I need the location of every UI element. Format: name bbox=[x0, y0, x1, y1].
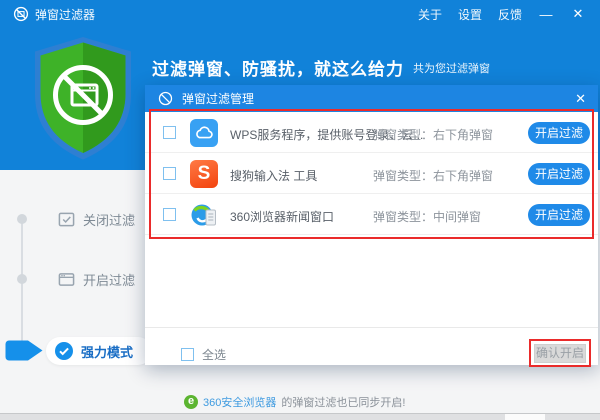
sidebar-item-close-filter[interactable]: 关闭过滤 bbox=[58, 210, 135, 229]
wps-cloud-icon bbox=[190, 119, 218, 147]
window-check-icon bbox=[58, 211, 75, 228]
menu-settings[interactable]: 设置 bbox=[458, 6, 482, 23]
confirm-enable-button[interactable]: 确认开启 bbox=[534, 344, 586, 363]
360-safe-browser-icon: e bbox=[184, 395, 198, 409]
list-item-sogou: S 搜狗输入法 工具 弹窗类型：右下角弹窗 开启过滤 bbox=[145, 153, 598, 194]
dialog-header: 弹窗过滤管理 ✕ bbox=[145, 85, 598, 112]
enable-filter-button[interactable]: 开启过滤 bbox=[528, 122, 590, 144]
sogou-s-icon: S bbox=[190, 160, 218, 188]
item-popup-type: 弹窗类型：右下角弹窗 bbox=[373, 126, 493, 143]
sidebar-item-label[interactable]: 强力模式 bbox=[81, 342, 133, 361]
360-browser-icon bbox=[190, 201, 218, 229]
bottom-edge-highlight bbox=[505, 414, 545, 420]
sidebar-item-label[interactable]: 关闭过滤 bbox=[83, 210, 135, 229]
item-popup-type: 弹窗类型：中间弹窗 bbox=[373, 208, 481, 225]
app-title: 弹窗过滤器 bbox=[35, 6, 95, 23]
select-all-checkbox[interactable] bbox=[181, 348, 194, 361]
menu-feedback[interactable]: 反馈 bbox=[498, 6, 522, 23]
minimize-button[interactable]: — bbox=[538, 7, 554, 22]
sidebar-timeline bbox=[21, 219, 23, 350]
titlebar: 弹窗过滤器 关于 设置 反馈 — ✕ bbox=[0, 0, 600, 28]
hero-filter-count-text: 共为您过滤弹窗 bbox=[413, 60, 490, 76]
close-button[interactable]: ✕ bbox=[570, 6, 586, 22]
item-checkbox[interactable] bbox=[163, 167, 176, 180]
hero-headline: 过滤弹窗、防骚扰，就这么给力 bbox=[152, 55, 404, 80]
timeline-dot bbox=[17, 274, 27, 284]
app-logo-icon bbox=[13, 6, 29, 22]
popup-filter-manage-dialog: 弹窗过滤管理 ✕ WPS服务程序，提供账号登录、云... 弹窗类型：右下角弹窗 … bbox=[145, 85, 598, 365]
footer-divider bbox=[145, 327, 598, 328]
window-icon bbox=[58, 271, 75, 288]
select-all-control[interactable]: 全选 bbox=[181, 346, 226, 363]
sync-status-row: e 360安全浏览器 的弹窗过滤也已同步开启! bbox=[184, 394, 405, 410]
enable-filter-button[interactable]: 开启过滤 bbox=[528, 163, 590, 185]
browser-name-link[interactable]: 360安全浏览器 bbox=[203, 394, 276, 410]
dialog-close-icon[interactable]: ✕ bbox=[575, 85, 586, 112]
item-popup-type: 弹窗类型：右下角弹窗 bbox=[373, 167, 493, 184]
timeline-dot bbox=[17, 214, 27, 224]
sidebar-item-strong-mode[interactable]: 强力模式 bbox=[46, 337, 152, 365]
menu-about[interactable]: 关于 bbox=[418, 6, 442, 23]
enable-filter-button[interactable]: 开启过滤 bbox=[528, 204, 590, 226]
sidebar-item-open-filter[interactable]: 开启过滤 bbox=[58, 270, 135, 289]
select-all-label: 全选 bbox=[202, 346, 226, 363]
list-item-wps: WPS服务程序，提供账号登录、云... 弹窗类型：右下角弹窗 开启过滤 bbox=[145, 112, 598, 153]
list-item-360-browser: 360浏览器新闻窗口 弹窗类型：中间弹窗 开启过滤 bbox=[145, 194, 598, 235]
item-name: 搜狗输入法 工具 bbox=[230, 167, 317, 184]
item-name: 360浏览器新闻窗口 bbox=[230, 208, 334, 225]
sync-status-text: 的弹窗过滤也已同步开启! bbox=[281, 394, 405, 410]
popup-filter-app-window: 过滤弹窗、防骚扰，就这么给力 共为您过滤弹窗 弹窗过滤器 关于 设置 反馈 — … bbox=[0, 0, 600, 420]
item-checkbox[interactable] bbox=[163, 208, 176, 221]
window-bottom-edge bbox=[0, 413, 600, 420]
popup-source-list: WPS服务程序，提供账号登录、云... 弹窗类型：右下角弹窗 开启过滤 S 搜狗… bbox=[145, 112, 598, 235]
shield-logo-icon bbox=[33, 36, 133, 160]
item-checkbox[interactable] bbox=[163, 126, 176, 139]
no-popup-icon bbox=[158, 91, 173, 106]
check-circle-icon bbox=[55, 342, 73, 360]
dialog-title: 弹窗过滤管理 bbox=[182, 90, 254, 107]
sidebar-item-label[interactable]: 开启过滤 bbox=[83, 270, 135, 289]
active-mode-arrow bbox=[5, 340, 43, 361]
